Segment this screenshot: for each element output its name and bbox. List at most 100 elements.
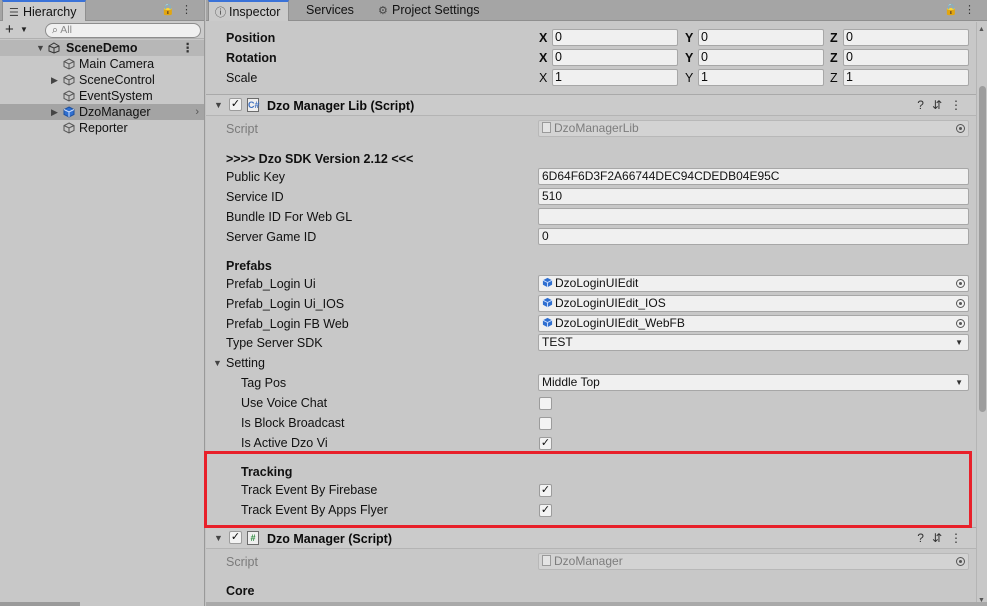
scale-label: Scale	[226, 71, 258, 85]
list-item[interactable]: EventSystem	[0, 88, 204, 104]
is-active-dzo-vi-checkbox[interactable]: ✓	[539, 437, 552, 450]
dropdown-arrow-icon: ▼	[955, 378, 963, 387]
dropdown-arrow-icon: ▼	[955, 338, 963, 347]
prefab-login-ui-label: Prefab_Login Ui	[226, 277, 316, 291]
server-game-id-field[interactable]: 0	[538, 228, 969, 245]
list-item[interactable]: Reporter	[0, 120, 204, 136]
use-voice-chat-checkbox[interactable]	[539, 397, 552, 410]
expand-arrow-icon[interactable]: ▶	[51, 72, 58, 88]
component-enable-checkbox[interactable]: ✓	[229, 98, 242, 111]
prefabs-header-row: Prefabs	[206, 256, 976, 276]
component-title: Dzo Manager Lib (Script)	[267, 99, 415, 113]
tab-hierarchy[interactable]: ☰ Hierarchy	[2, 0, 86, 21]
scroll-up-icon[interactable]: ▲	[978, 26, 985, 33]
service-id-field[interactable]: 510	[538, 188, 969, 205]
public-key-row: Public Key 6D64F6D3F2A66744DEC94CDEDB04E…	[206, 167, 976, 187]
kebab-menu-icon[interactable]: ⋮	[964, 4, 981, 16]
public-key-field[interactable]: 6D64F6D3F2A66744DEC94CDEDB04E95C	[538, 168, 969, 185]
expand-arrow-icon[interactable]: ▼	[36, 40, 45, 56]
chevron-down-icon[interactable]: ▼	[20, 25, 28, 34]
tag-pos-dropdown[interactable]: Middle Top ▼	[538, 374, 969, 391]
scene-row[interactable]: ▼ SceneDemo ⋮	[0, 40, 204, 56]
list-item[interactable]: Main Camera	[0, 56, 204, 72]
scene-name: SceneDemo	[66, 41, 138, 55]
z-axis-label: Z	[830, 51, 838, 65]
object-picker-icon[interactable]	[956, 299, 965, 308]
list-item[interactable]: ▶ SceneControl	[0, 72, 204, 88]
track-appsflyer-label: Track Event By Apps Flyer	[241, 503, 388, 517]
script-field[interactable]: DzoManagerLib	[538, 120, 969, 137]
scene-menu-icon[interactable]: ⋮	[182, 40, 195, 56]
is-active-dzo-vi-label: Is Active Dzo Vi	[241, 436, 328, 450]
rotation-z-field[interactable]: 0	[843, 49, 969, 66]
add-object-button[interactable]: +	[5, 22, 14, 37]
tab-services[interactable]: Services	[300, 0, 362, 21]
inspector-panel: ⓘ Inspector Services ⚙ Project Settings 🔒⋮…	[206, 0, 987, 606]
setting-foldout-label: Setting	[226, 356, 265, 370]
prefab-login-ui-ios-field[interactable]: DzoLoginUIEdit_IOS	[538, 295, 969, 312]
prefab-cube-icon	[63, 106, 75, 118]
track-appsflyer-checkbox[interactable]: ✓	[539, 504, 552, 517]
prefab-login-fb-field[interactable]: DzoLoginUIEdit_WebFB	[538, 315, 969, 332]
tag-pos-value: Middle Top	[542, 375, 600, 389]
dzo-manager-lib-header[interactable]: ▼ ✓ C# Dzo Manager Lib (Script) ?⇵⋮	[206, 94, 976, 116]
script-row: Script DzoManagerLib	[206, 119, 976, 139]
tab-project-settings[interactable]: ⚙ Project Settings	[372, 0, 488, 21]
chevron-right-icon[interactable]: ›	[195, 104, 199, 120]
position-x-field[interactable]: 0	[552, 29, 678, 46]
component-enable-checkbox[interactable]: ✓	[229, 531, 242, 544]
tab-services-label: Services	[306, 3, 354, 17]
help-icon[interactable]: ?	[917, 98, 932, 112]
rotation-x-field[interactable]: 0	[552, 49, 678, 66]
object-picker-icon[interactable]	[956, 279, 965, 288]
setting-foldout-row[interactable]: ▼ Setting	[206, 353, 976, 373]
script-field[interactable]: DzoManager	[538, 553, 969, 570]
is-block-broadcast-row: Is Block Broadcast	[206, 413, 976, 433]
bundle-id-field[interactable]	[538, 208, 969, 225]
preset-sliders-icon[interactable]: ⇵	[932, 531, 950, 545]
position-z-field[interactable]: 0	[843, 29, 969, 46]
object-picker-icon[interactable]	[956, 124, 965, 133]
list-item-label: EventSystem	[79, 89, 153, 103]
list-item-label: Main Camera	[79, 57, 155, 71]
collapse-arrow-icon[interactable]: ▼	[214, 100, 223, 110]
kebab-menu-icon[interactable]: ⋮	[950, 98, 970, 112]
is-block-broadcast-checkbox[interactable]	[539, 417, 552, 430]
track-appsflyer-row: Track Event By Apps Flyer ✓	[206, 500, 976, 520]
list-item-selected[interactable]: ▶ DzoManager ›	[0, 104, 204, 120]
hierarchy-search-input[interactable]: ⌕ All	[45, 23, 201, 38]
preset-sliders-icon[interactable]: ⇵	[932, 98, 950, 112]
prefab-login-ui-ios-row: Prefab_Login Ui_IOS DzoLoginUIEdit_IOS	[206, 294, 976, 314]
expand-arrow-icon[interactable]: ▶	[51, 104, 58, 120]
type-server-dropdown[interactable]: TEST ▼	[538, 334, 969, 351]
lock-icon[interactable]: 🔒	[944, 4, 964, 16]
position-label: Position	[226, 31, 276, 45]
prefabs-header: Prefabs	[226, 259, 272, 273]
prefab-login-ui-field[interactable]: DzoLoginUIEdit	[538, 275, 969, 292]
script-label: Script	[226, 122, 258, 136]
scale-x-field[interactable]: 1	[552, 69, 678, 86]
track-firebase-checkbox[interactable]: ✓	[539, 484, 552, 497]
tab-inspector[interactable]: ⓘ Inspector	[208, 0, 290, 21]
type-server-label: Type Server SDK	[226, 336, 323, 350]
scale-z-field[interactable]: 1	[843, 69, 969, 86]
scrollbar-thumb[interactable]	[979, 86, 986, 412]
collapse-arrow-icon[interactable]: ▼	[214, 533, 223, 543]
script-row: Script DzoManager	[206, 552, 976, 572]
rotation-y-field[interactable]: 0	[698, 49, 824, 66]
gameobject-icon	[63, 58, 75, 70]
inspector-scrollbar[interactable]: ▲ ▼	[976, 22, 987, 606]
object-picker-icon[interactable]	[956, 319, 965, 328]
scale-y-field[interactable]: 1	[698, 69, 824, 86]
foldout-arrow-icon[interactable]: ▼	[213, 358, 222, 368]
position-y-field[interactable]: 0	[698, 29, 824, 46]
unity-scene-icon	[48, 42, 60, 54]
hierarchy-scroll-edge	[0, 602, 80, 606]
dzo-manager-header[interactable]: ▼ ✓ # Dzo Manager (Script) ?⇵⋮	[206, 527, 976, 549]
lock-icon[interactable]: 🔒	[161, 4, 181, 16]
bundle-id-row: Bundle ID For Web GL	[206, 207, 976, 227]
kebab-menu-icon[interactable]: ⋮	[950, 531, 970, 545]
object-picker-icon[interactable]	[956, 557, 965, 566]
kebab-menu-icon[interactable]: ⋮	[181, 4, 198, 16]
help-icon[interactable]: ?	[917, 531, 932, 545]
